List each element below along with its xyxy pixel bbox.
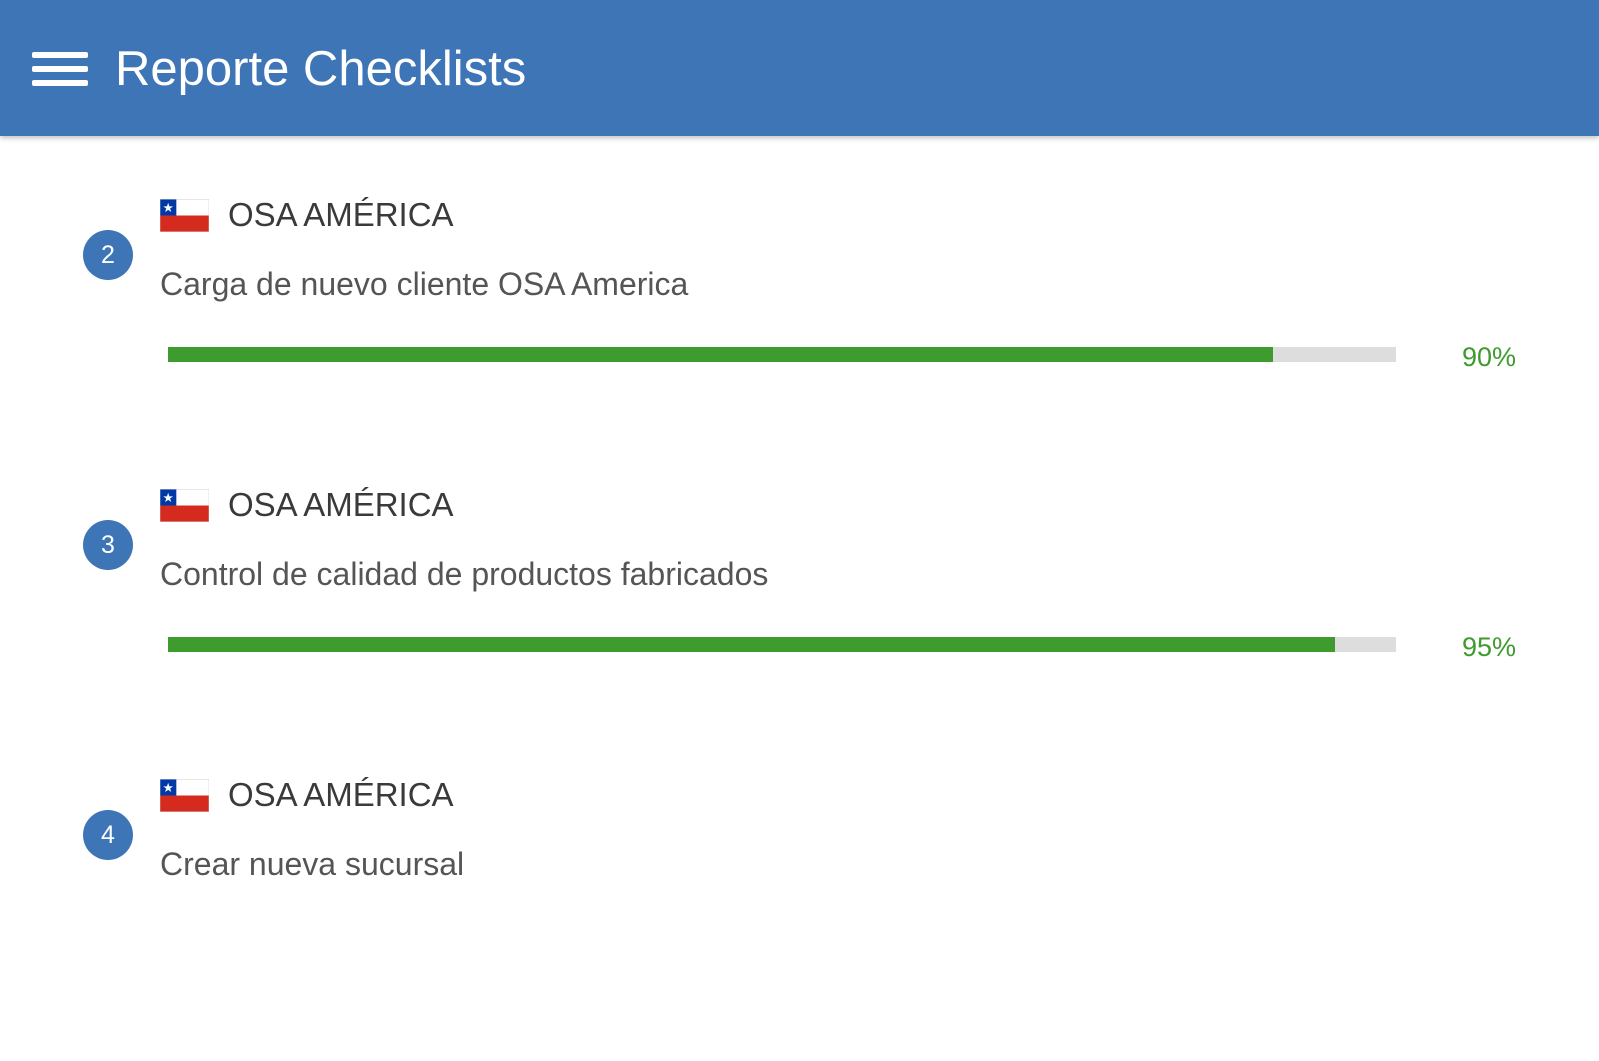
task-title: Crear nueva sucursal [160, 846, 465, 882]
company-name: OSA AMÉRICA [228, 486, 454, 523]
progress-percentage: 90% [1462, 342, 1517, 372]
chile-flag-icon [160, 489, 209, 522]
checklist-item[interactable]: 4 OSA AMÉRICA Crear nueva sucursal [0, 771, 1599, 1061]
company-name: OSA AMÉRICA [228, 776, 454, 813]
index-badge: 4 [83, 810, 133, 860]
app-bar: Reporte Checklists [0, 0, 1599, 136]
company-name: OSA AMÉRICA [228, 196, 454, 233]
checklist-item[interactable]: 2 OSA AMÉRICA Carga de nuevo cliente OSA… [0, 191, 1599, 481]
task-title: Control de calidad de productos fabricad… [160, 556, 769, 592]
progress-fill [168, 637, 1335, 652]
menu-line [32, 80, 88, 86]
checklist-item[interactable]: 3 OSA AMÉRICA Control de calidad de prod… [0, 481, 1599, 771]
index-badge: 2 [83, 230, 133, 280]
menu-line [32, 52, 88, 58]
hamburger-menu-icon[interactable] [26, 44, 94, 94]
progress-percentage: 95% [1462, 632, 1517, 662]
menu-line [32, 66, 88, 72]
chile-flag-icon [160, 199, 209, 232]
progress-bar [168, 347, 1396, 362]
progress-bar [168, 637, 1396, 652]
page-title: Reporte Checklists [115, 42, 527, 96]
task-title: Carga de nuevo cliente OSA America [160, 266, 689, 302]
chile-flag-icon [160, 779, 209, 812]
index-badge: 3 [83, 520, 133, 570]
progress-fill [168, 347, 1274, 362]
checklist-list: 2 OSA AMÉRICA Carga de nuevo cliente OSA… [0, 136, 1599, 900]
